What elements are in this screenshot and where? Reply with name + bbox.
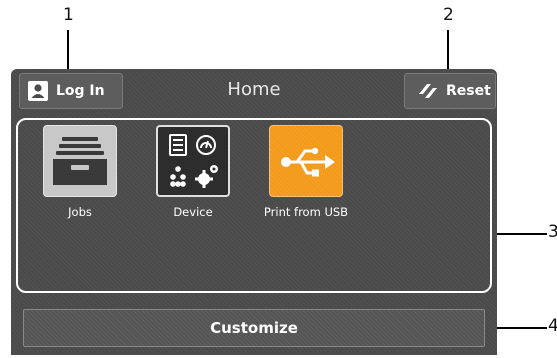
usb-tile (269, 125, 343, 197)
app-label-jobs: Jobs (68, 205, 92, 219)
app-print-from-usb[interactable]: Print from USB (261, 125, 351, 219)
control-panel-screen: Log In Home Reset Jobs Device Print from… (11, 69, 497, 355)
callout-1: 1 (63, 5, 74, 25)
jobs-tile (43, 125, 117, 197)
jobs-tray-icon (53, 137, 107, 185)
app-area: Jobs Device Print from USB (16, 118, 492, 293)
callout-3-line (491, 233, 547, 235)
device-icon (169, 134, 218, 188)
app-label-device: Device (173, 205, 213, 219)
app-device[interactable]: Device (148, 125, 238, 219)
reset-button[interactable]: Reset (404, 73, 496, 109)
app-jobs[interactable]: Jobs (35, 125, 125, 219)
customize-button[interactable]: Customize (23, 309, 485, 347)
app-label-print-from-usb: Print from USB (263, 205, 349, 219)
usb-icon (281, 147, 335, 177)
callout-2: 2 (443, 5, 454, 25)
reset-icon (417, 82, 439, 100)
callout-4: 4 (548, 316, 557, 336)
callout-3: 3 (548, 222, 557, 242)
reset-label: Reset (446, 83, 491, 99)
device-tile (156, 125, 230, 197)
customize-label: Customize (210, 319, 298, 337)
